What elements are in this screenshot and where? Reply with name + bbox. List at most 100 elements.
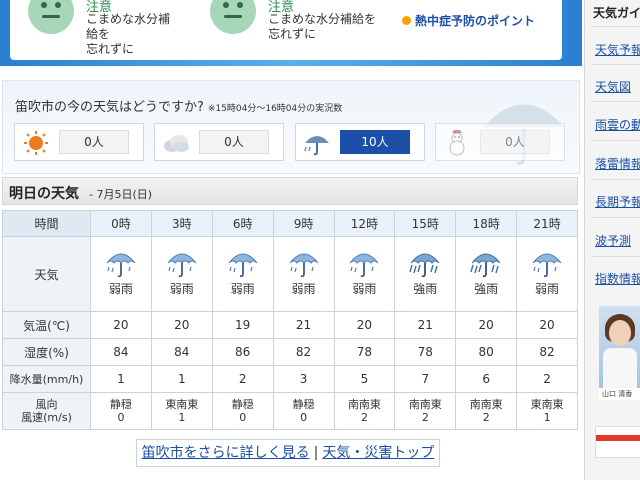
- wind-cell: 南南東 2: [455, 392, 518, 430]
- rain-icon: [349, 253, 380, 278]
- temperature-cell: 20: [90, 311, 152, 339]
- heat-alert-card: 注意 こまめな水分補給を 忘れずに: [202, 0, 387, 60]
- divider: [591, 26, 640, 27]
- photo-caption: 山口 清香: [599, 388, 640, 400]
- tomorrow-title: 明日の天気: [9, 186, 79, 202]
- weather-cell: 強雨: [455, 236, 518, 312]
- neutral-face-icon: [28, 0, 74, 34]
- precipitation-cell: 5: [333, 365, 396, 393]
- poll-option-sunny[interactable]: 0人: [14, 123, 144, 161]
- heavy-rain-icon: [470, 253, 502, 278]
- forecast-table: 時間 0時 3時 6時 9時 12時 15時 18時 21時 天気 弱雨 弱雨 …: [2, 210, 578, 430]
- sidebar-item-long-range[interactable]: 長期予報: [595, 193, 640, 210]
- precipitation-cell: 2: [516, 365, 578, 393]
- poll-option-cloudy[interactable]: 0人: [154, 123, 284, 161]
- row-label: 天気: [2, 236, 91, 312]
- time-cell: 21時: [516, 210, 578, 237]
- poll-note: ※15時04分～16時04分の実況数: [207, 104, 343, 114]
- wind-cell: 静穏 0: [90, 392, 152, 430]
- sidebar-item-lightning[interactable]: 落雷情報: [595, 155, 640, 172]
- humidity-cell: 82: [516, 338, 578, 366]
- humidity-cell: 86: [211, 338, 274, 366]
- temperature-cell: 19: [211, 311, 274, 339]
- row-label: 気温(℃): [2, 311, 91, 339]
- divider: [591, 217, 640, 218]
- temperature-cell: 21: [272, 311, 335, 339]
- time-cell: 12時: [333, 210, 396, 237]
- row-label: 降水量(mm/h): [2, 365, 91, 393]
- heat-alert-banner: 注意 こまめな水分補給を 忘れずに 注意 こまめな水分補給を 忘れずに 熱中症予…: [0, 0, 582, 66]
- poll-option-rainy[interactable]: 10人: [295, 123, 425, 161]
- sidebar-item-weather-map[interactable]: 天気図: [595, 78, 631, 95]
- poll-count: 0人: [59, 130, 129, 154]
- weather-cell: 弱雨: [90, 236, 152, 312]
- wind-cell: 静穏 0: [272, 392, 335, 430]
- wind-cell: 静穏 0: [211, 392, 274, 430]
- wind-cell: 南南東 2: [333, 392, 396, 430]
- temperature-row: 気温(℃) 20 20 19 21 20 21 20 20: [2, 311, 578, 339]
- right-sidebar: 天気ガイ 天気予報 天気図 雨雲の動 落雷情報 長期予報 波予測 指数情報 山口…: [584, 0, 640, 480]
- weather-disaster-top-link[interactable]: 天気・災害トップ: [322, 445, 434, 461]
- time-cell: 15時: [394, 210, 457, 237]
- divider: [591, 64, 640, 65]
- row-label: 湿度(%): [2, 338, 91, 366]
- weather-cell: 弱雨: [150, 236, 213, 312]
- wind-row: 風向 風速(m/s) 静穏 0 東南東 1 静穏 0 静穏 0 南南東 2 南南東 2 南南…: [2, 392, 578, 430]
- divider: [591, 256, 640, 257]
- wind-cell: 東南東 1: [516, 392, 578, 430]
- heat-alert-panel: 注意 こまめな水分補給を 忘れずに 注意 こまめな水分補給を 忘れずに 熱中症予…: [10, 0, 562, 60]
- temperature-cell: 20: [333, 311, 396, 339]
- precipitation-row: 降水量(mm/h) 1 1 2 3 5 7 6 2: [2, 365, 578, 393]
- neutral-face-icon: [210, 0, 256, 34]
- rain-icon: [288, 253, 319, 278]
- poll-count: 0人: [480, 130, 550, 154]
- humidity-cell: 80: [455, 338, 518, 366]
- row-label: 時間: [2, 210, 91, 237]
- wind-cell: 東南東 1: [150, 392, 213, 430]
- precipitation-cell: 3: [272, 365, 335, 393]
- precipitation-cell: 1: [150, 365, 213, 393]
- rain-icon: [166, 253, 197, 278]
- more-details-link[interactable]: 笛吹市をさらに詳しく見る: [142, 445, 310, 461]
- weather-row: 天気 弱雨 弱雨 弱雨 弱雨 弱雨 強雨 強雨 弱雨: [2, 236, 578, 312]
- sidebar-item-indices[interactable]: 指数情報: [595, 270, 640, 287]
- sidebar-item-forecast[interactable]: 天気予報: [595, 41, 640, 58]
- temperature-cell: 20: [150, 311, 213, 339]
- footer-links: 笛吹市をさらに詳しく見る | 天気・災害トップ: [136, 439, 440, 467]
- precipitation-cell: 7: [394, 365, 457, 393]
- heavy-rain-icon: [409, 253, 441, 278]
- precipitation-cell: 6: [455, 365, 518, 393]
- cloud-icon: [164, 135, 189, 152]
- time-cell: 18時: [455, 210, 518, 237]
- bullet-sun-icon: [402, 16, 411, 25]
- humidity-cell: 78: [394, 338, 457, 366]
- humidity-cell: 84: [90, 338, 152, 366]
- ad-banner[interactable]: [595, 426, 640, 458]
- sidebar-item-rain-radar[interactable]: 雨雲の動: [595, 116, 640, 133]
- temperature-cell: 20: [516, 311, 578, 339]
- time-cell: 3時: [150, 210, 213, 237]
- forecaster-photo[interactable]: 山口 清香: [599, 306, 640, 400]
- time-cell: 9時: [272, 210, 335, 237]
- precipitation-cell: 2: [211, 365, 274, 393]
- current-weather-poll: 笛吹市の今の天気はどうですか?※15時04分～16時04分の実況数 0人 0人: [2, 80, 580, 174]
- tomorrow-date: - 7月5日(日): [89, 188, 153, 201]
- sidebar-item-wave[interactable]: 波予測: [595, 232, 631, 249]
- divider: [591, 101, 640, 102]
- snowman-icon: [449, 130, 465, 156]
- precipitation-cell: 1: [90, 365, 152, 393]
- alert-message: こまめな水分補給を 忘れずに: [268, 12, 377, 41]
- time-cell: 6時: [211, 210, 274, 237]
- weather-cell: 弱雨: [333, 236, 396, 312]
- poll-option-snowy[interactable]: 0人: [435, 123, 565, 161]
- humidity-cell: 78: [333, 338, 396, 366]
- alert-message: こまめな水分補給を 忘れずに: [86, 12, 171, 56]
- weather-cell: 強雨: [394, 236, 457, 312]
- time-row: 時間 0時 3時 6時 9時 12時 15時 18時 21時: [2, 210, 578, 237]
- humidity-cell: 82: [272, 338, 335, 366]
- rain-icon: [227, 253, 258, 278]
- divider: [591, 179, 640, 180]
- heatstroke-tips-link[interactable]: 熱中症予防のポイント: [402, 12, 535, 29]
- poll-count: 10人: [340, 130, 410, 154]
- rain-icon: [106, 253, 136, 278]
